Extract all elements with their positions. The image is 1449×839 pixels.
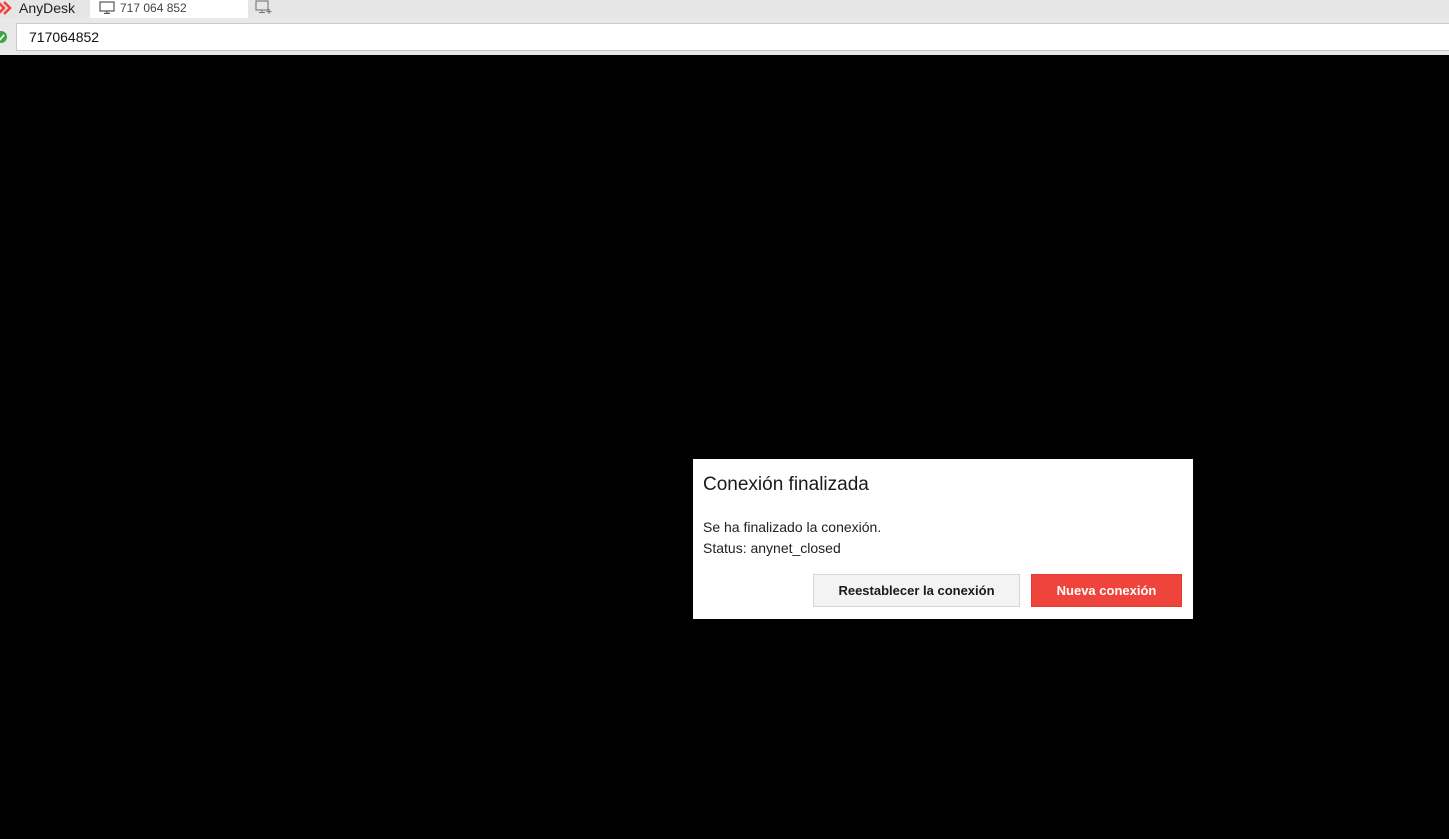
tab-label: 717 064 852 [120, 1, 187, 15]
dialog-status: Status: anynet_closed [703, 540, 841, 556]
anydesk-logo-icon [0, 1, 12, 15]
connected-check-icon [0, 31, 7, 43]
monitor-icon [99, 1, 115, 14]
remote-desktop-view[interactable] [0, 55, 1449, 839]
dialog-message: Se ha finalizado la conexión. [703, 519, 882, 535]
dialog-title: Conexión finalizada [703, 474, 869, 495]
remote-address-input[interactable] [16, 23, 1449, 51]
title-bar: AnyDesk 717 064 852 [0, 0, 1449, 18]
app-name: AnyDesk [19, 0, 76, 16]
new-connection-button[interactable]: Nueva conexión [1031, 574, 1182, 607]
tab-remote-session[interactable]: 717 064 852 [90, 0, 248, 18]
new-session-icon[interactable] [255, 0, 273, 15]
reconnect-button[interactable]: Reestablecer la conexión [813, 574, 1020, 607]
connection-ended-dialog: Conexión finalizada Se ha finalizado la … [693, 459, 1193, 619]
address-bar [0, 18, 1449, 55]
